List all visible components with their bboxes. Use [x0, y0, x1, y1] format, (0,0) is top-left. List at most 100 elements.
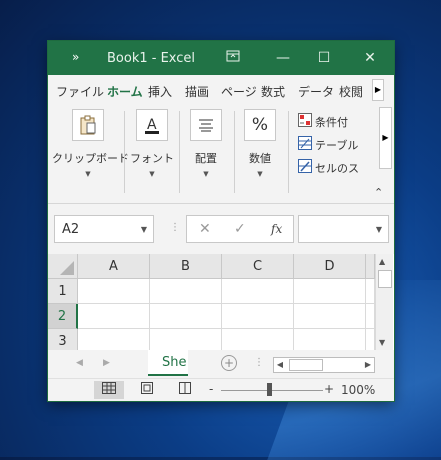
font-group[interactable]: A フォント ▼	[128, 109, 176, 178]
excel-window: » Book1 - Excel — ☐ ✕ ファイル ホーム 挿入 描画 ページ…	[48, 41, 394, 401]
normal-view-icon[interactable]	[94, 381, 124, 399]
group-divider	[234, 111, 235, 193]
ribbon-tabs: ファイル ホーム 挿入 描画 ページ 数式 データ 校閲	[48, 75, 394, 105]
add-sheet-icon[interactable]: +	[221, 355, 237, 371]
alignment-group[interactable]: 配置 ▼	[184, 109, 228, 178]
close-button[interactable]: ✕	[359, 47, 381, 69]
cell-style-icon	[298, 159, 312, 176]
conditional-format-label: 条件付	[315, 115, 348, 129]
svg-text:A: A	[147, 117, 157, 133]
tab-home-label: ホーム	[107, 85, 143, 99]
zoom-level[interactable]: 100%	[341, 383, 375, 397]
minimize-button[interactable]: —	[272, 47, 294, 69]
scroll-left-icon[interactable]: ◀	[274, 358, 286, 372]
zoom-slider-thumb[interactable]	[267, 383, 272, 396]
worksheet-grid: A B C D 1 2 3 ▲ ▼	[48, 254, 394, 354]
tab-draw[interactable]: 描画	[185, 83, 209, 100]
number-label: 数値	[249, 152, 271, 165]
tab-page-layout[interactable]: ページ	[221, 83, 257, 100]
scroll-down-icon[interactable]: ▼	[379, 338, 385, 347]
cell-c2[interactable]	[222, 304, 294, 329]
select-all-button[interactable]	[48, 254, 78, 279]
sheet-prev-icon[interactable]: ◀	[76, 358, 83, 368]
group-divider	[179, 111, 180, 193]
clipboard-icon	[72, 109, 104, 141]
page-break-preview-icon[interactable]	[170, 381, 200, 399]
scroll-up-icon[interactable]: ▲	[379, 257, 385, 266]
column-header-b[interactable]: B	[150, 254, 222, 279]
page-layout-view-icon[interactable]	[132, 381, 162, 399]
more-chevrons-icon[interactable]: »	[72, 50, 79, 64]
tab-insert[interactable]: 挿入	[148, 83, 172, 100]
cell-d2[interactable]	[294, 304, 366, 329]
formula-input[interactable]: ▼	[298, 215, 389, 243]
row-header-1[interactable]: 1	[48, 279, 78, 304]
sheet-tab-sheet1[interactable]: She	[148, 350, 188, 376]
enter-entry-button[interactable]: ✓	[234, 221, 246, 237]
percent-icon: %	[244, 109, 276, 141]
cell-b1[interactable]	[150, 279, 222, 304]
sheet-next-icon[interactable]: ▶	[103, 358, 110, 368]
column-header-e[interactable]	[366, 254, 375, 279]
cell-d1[interactable]	[294, 279, 366, 304]
column-header-c[interactable]: C	[222, 254, 294, 279]
cell-a2[interactable]	[78, 304, 150, 329]
cell-styles-button[interactable]: セルのス	[298, 159, 359, 176]
vertical-scroll-thumb[interactable]	[378, 270, 392, 288]
number-group[interactable]: % 数値 ▼	[238, 109, 282, 178]
conditional-format-icon	[298, 113, 312, 130]
tab-scroll-right-button[interactable]: ▶	[372, 79, 384, 101]
column-header-d[interactable]: D	[294, 254, 366, 279]
ribbon-display-icon[interactable]	[222, 47, 244, 69]
cell-a1[interactable]	[78, 279, 150, 304]
row-header-2[interactable]: 2	[48, 304, 78, 329]
group-divider	[288, 111, 289, 193]
cell-e2[interactable]	[366, 304, 375, 329]
cell-b2[interactable]	[150, 304, 222, 329]
cell-style-label: セルのス	[315, 161, 359, 175]
format-as-table-button[interactable]: テーブル	[298, 136, 358, 153]
cell-e1[interactable]	[366, 279, 375, 304]
cell-c1[interactable]	[222, 279, 294, 304]
collapse-ribbon-icon[interactable]: ⌃	[374, 186, 383, 199]
conditional-format-button[interactable]: 条件付	[298, 113, 348, 130]
tab-formulas[interactable]: 数式	[261, 83, 285, 100]
chevron-down-icon[interactable]: ▼	[141, 216, 147, 244]
chevron-down-icon: ▼	[203, 170, 209, 178]
tab-file[interactable]: ファイル	[56, 83, 104, 100]
insert-function-button[interactable]: fx	[271, 222, 282, 236]
table-format-label: テーブル	[315, 138, 359, 152]
name-box-value: A2	[62, 222, 80, 237]
group-divider	[124, 111, 125, 193]
horizontal-scrollbar[interactable]: ◀ ▶	[273, 357, 375, 373]
zoom-out-button[interactable]: -	[209, 382, 213, 396]
horizontal-scroll-thumb[interactable]	[289, 359, 323, 371]
window-title: Book1 - Excel	[107, 51, 196, 66]
alignment-label: 配置	[195, 152, 217, 165]
percent-glyph: %	[251, 115, 269, 135]
clipboard-label: クリップボード	[52, 152, 129, 165]
formula-bar: A2 ▼ ⋮ ✕ ✓ fx ▼	[48, 204, 394, 252]
tab-data[interactable]: データ	[298, 83, 334, 100]
column-header-a[interactable]: A	[78, 254, 150, 279]
maximize-button[interactable]: ☐	[313, 47, 335, 69]
tab-home[interactable]: ホーム	[107, 83, 143, 105]
vertical-scrollbar[interactable]: ▲ ▼	[375, 254, 393, 350]
ribbon: クリップボード ▼ A フォント ▼ 配置 ▼ % 数値 ▼ 条件付 テーブル …	[48, 103, 394, 204]
zoom-slider-track[interactable]	[221, 390, 323, 391]
tab-review[interactable]: 校閲	[339, 83, 363, 100]
table-format-icon	[298, 136, 312, 153]
chevron-down-icon: ▼	[257, 170, 263, 178]
formula-bar-grip-icon[interactable]: ⋮	[170, 222, 180, 233]
tab-split-grip-icon[interactable]: ⋮	[254, 357, 264, 368]
zoom-in-button[interactable]: +	[324, 382, 334, 396]
chevron-down-icon: ▼	[85, 170, 91, 178]
formula-bar-buttons: ✕ ✓ fx	[186, 215, 294, 243]
clipboard-group[interactable]: クリップボード ▼	[52, 109, 129, 178]
ribbon-scroll-right-button[interactable]: ▶	[379, 107, 392, 169]
cancel-entry-button[interactable]: ✕	[199, 221, 211, 237]
chevron-down-icon[interactable]: ▼	[376, 225, 382, 234]
name-box[interactable]: A2 ▼	[54, 215, 154, 243]
title-bar: » Book1 - Excel — ☐ ✕	[48, 41, 394, 75]
scroll-right-icon[interactable]: ▶	[362, 358, 374, 372]
